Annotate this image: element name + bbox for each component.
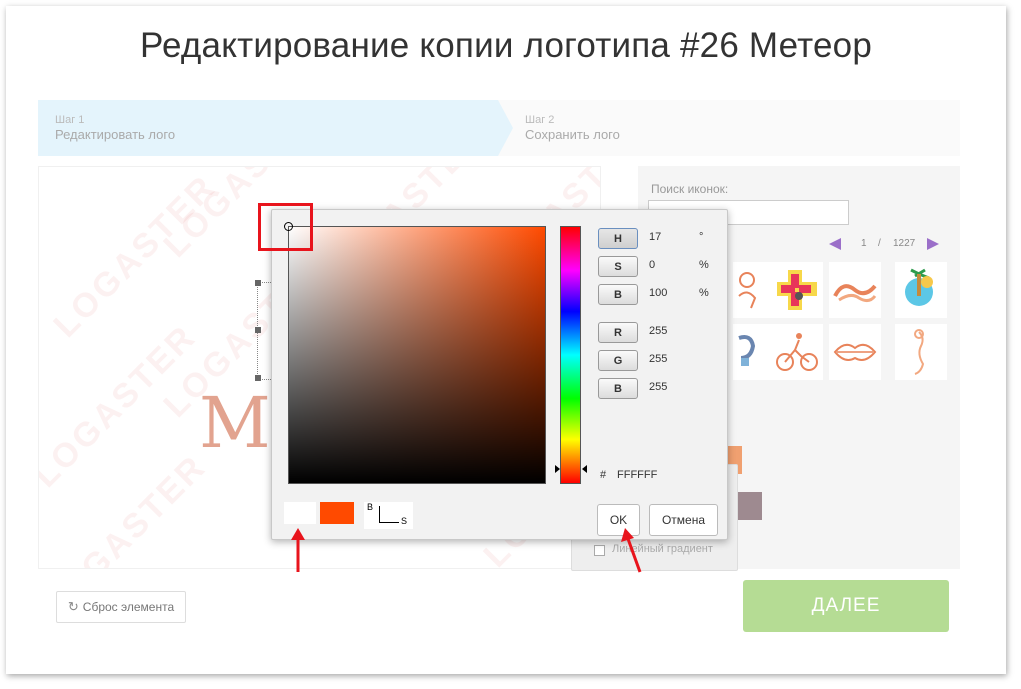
- channel-s-button[interactable]: S: [598, 256, 638, 277]
- channel-s-value[interactable]: 0: [649, 259, 655, 271]
- pager-current: 1: [861, 238, 867, 249]
- axis-b-label: B: [367, 502, 374, 512]
- icon-thumb-figure[interactable]: [895, 324, 947, 380]
- icon-thumb-lips[interactable]: [829, 324, 881, 380]
- channel-b-button[interactable]: B: [598, 284, 638, 305]
- pager-total: 1227: [893, 238, 916, 249]
- color-picker-dialog: H 17 ° S 0 % B 100 % R 255 G 255 B 255 #…: [271, 209, 728, 540]
- hue-marker-right-icon[interactable]: [582, 465, 587, 473]
- pager-separator: /: [878, 238, 881, 249]
- resize-handle[interactable]: [255, 375, 261, 381]
- channel-blue-value[interactable]: 255: [649, 381, 667, 393]
- search-label: Поиск иконок:: [651, 182, 729, 196]
- icon-thumb-palm[interactable]: [895, 262, 947, 318]
- axis-vertical-line: [379, 506, 380, 523]
- axis-s-label: S: [401, 516, 408, 526]
- color-swatch-mauve[interactable]: [738, 492, 762, 520]
- channel-r-button[interactable]: R: [598, 322, 638, 343]
- cancel-button[interactable]: Отмена: [649, 504, 718, 536]
- reset-label: Сброс элемента: [82, 600, 175, 614]
- step-1-number: Шаг 1: [55, 114, 85, 126]
- step-bar: Шаг 1 Редактировать лого Шаг 2 Сохранить…: [38, 100, 960, 156]
- channel-blue-button[interactable]: B: [598, 378, 638, 399]
- new-color-swatch: [320, 502, 354, 524]
- page-title: Редактирование копии логотипа #26 Метеор: [140, 26, 872, 65]
- current-color-swatch: [284, 502, 316, 524]
- icon-thumb-wave[interactable]: [829, 262, 881, 318]
- reset-icon: ↻: [67, 599, 79, 614]
- hue-slider[interactable]: [560, 226, 581, 484]
- icon-thumb-cyclist[interactable]: [771, 324, 823, 380]
- channel-g-value[interactable]: 255: [649, 353, 667, 365]
- hex-prefix: #: [600, 469, 607, 481]
- next-page-icon[interactable]: [927, 238, 939, 250]
- step-2-label: Сохранить лого: [525, 127, 620, 142]
- axis-horizontal-line: [379, 522, 399, 523]
- linear-gradient-checkbox[interactable]: [594, 545, 605, 556]
- icon-thumb-cross[interactable]: [771, 262, 823, 318]
- step-1-label: Редактировать лого: [55, 127, 176, 142]
- channel-r-value[interactable]: 255: [649, 325, 667, 337]
- red-arrow-icon: [291, 528, 305, 572]
- resize-handle[interactable]: [255, 327, 261, 333]
- app-window: Редактирование копии логотипа #26 Метеор…: [6, 6, 1006, 674]
- reset-element-button[interactable]: ↻ Сброс элемента: [56, 591, 186, 623]
- prev-page-icon[interactable]: [829, 238, 841, 250]
- step-1[interactable]: Шаг 1 Редактировать лого: [38, 100, 513, 156]
- watermark: LOGASTER: [46, 167, 224, 345]
- channel-s-unit: %: [699, 259, 709, 271]
- highlight-box: [258, 203, 313, 251]
- axis-indicator: B S: [364, 502, 413, 529]
- channel-h-value[interactable]: 17: [649, 231, 661, 243]
- channel-b-value[interactable]: 100: [649, 287, 667, 299]
- hue-marker-left-icon[interactable]: [555, 465, 560, 473]
- next-button[interactable]: ДАЛЕЕ: [743, 580, 949, 632]
- resize-handle[interactable]: [255, 280, 261, 286]
- channel-h-unit: °: [699, 231, 704, 243]
- hex-value[interactable]: FFFFFF: [617, 469, 657, 481]
- red-arrow-icon: [621, 528, 642, 573]
- channel-g-button[interactable]: G: [598, 350, 638, 371]
- step-2-number: Шаг 2: [525, 114, 555, 126]
- channel-b-unit: %: [699, 287, 709, 299]
- saturation-brightness-field[interactable]: [284, 222, 546, 484]
- channel-h-button[interactable]: H: [598, 228, 638, 249]
